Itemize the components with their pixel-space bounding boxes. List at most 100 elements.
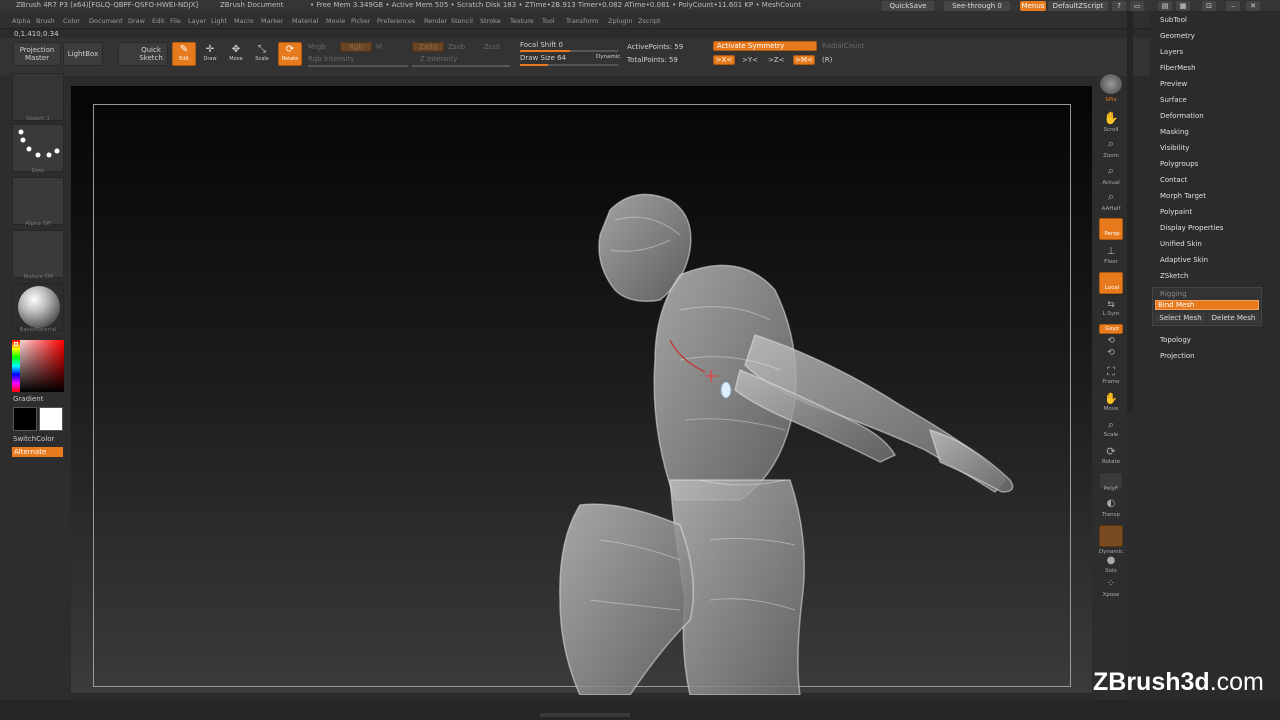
menu-stroke[interactable]: Stroke <box>480 17 501 25</box>
focal-shift-track[interactable] <box>520 50 618 52</box>
bottom-shelf-handle[interactable] <box>540 713 630 717</box>
projection-master-button[interactable]: Projection Master <box>13 42 61 66</box>
radial-count-slider[interactable]: RadialCount <box>822 42 864 50</box>
secondary-color-swatch[interactable] <box>39 407 63 431</box>
palette-item-visibility[interactable]: Visibility <box>1160 144 1189 152</box>
zcut-toggle[interactable]: Zcut <box>484 43 500 51</box>
menu-edit[interactable]: Edit <box>152 17 165 25</box>
character-model[interactable] <box>540 180 1020 695</box>
move-button[interactable]: ✥ Move <box>224 42 248 66</box>
scale-button[interactable]: ⤡ Scale <box>250 42 274 66</box>
menu-tool[interactable]: Tool <box>542 17 555 25</box>
rigging-header[interactable]: Rigging <box>1160 289 1187 299</box>
menu-render[interactable]: Render <box>424 17 447 25</box>
menu-movie[interactable]: Movie <box>326 17 345 25</box>
m-toggle[interactable]: M <box>376 43 382 51</box>
zsub-toggle[interactable]: Zsub <box>448 43 465 51</box>
delete-mesh-button[interactable]: Delete Mesh <box>1208 313 1259 323</box>
ghost-button[interactable] <box>1099 525 1123 547</box>
palette-item-layers[interactable]: Layers <box>1160 48 1183 56</box>
stroke-selector[interactable] <box>12 73 64 121</box>
rgb-intensity-slider[interactable]: Rgb Intensity <box>308 55 354 63</box>
menu-material[interactable]: Material <box>292 17 318 25</box>
palette-item-morph-target[interactable]: Morph Target <box>1160 192 1206 200</box>
material-selector[interactable] <box>12 283 64 331</box>
palette-item-surface[interactable]: Surface <box>1160 96 1187 104</box>
palette-item-fibermesh[interactable]: FiberMesh <box>1160 64 1196 72</box>
dynamic-toggle[interactable]: Dynamic <box>596 54 620 60</box>
zadd-toggle[interactable]: Zadd <box>412 42 444 52</box>
palette-item-topology[interactable]: Topology <box>1160 336 1191 344</box>
color-picker[interactable] <box>12 340 64 392</box>
menu-alpha[interactable]: Alpha <box>12 17 30 25</box>
quicksave-button[interactable]: QuickSave <box>882 1 934 11</box>
menu-marker[interactable]: Marker <box>261 17 283 25</box>
mrgb-toggle[interactable]: Mrgb <box>308 43 326 51</box>
rotate-axis-icon-2[interactable]: ⟲ <box>1099 348 1123 366</box>
palette-item-contact[interactable]: Contact <box>1160 176 1187 184</box>
palette-item-polypaint[interactable]: Polypaint <box>1160 208 1192 216</box>
texture-selector[interactable] <box>12 230 64 278</box>
palette-item-deformation[interactable]: Deformation <box>1160 112 1204 120</box>
close-icon[interactable]: ✕ <box>1246 1 1260 11</box>
palette-item-display-properties[interactable]: Display Properties <box>1160 224 1223 232</box>
menu-file[interactable]: File <box>170 17 181 25</box>
edit-button[interactable]: ✎ Edit <box>172 42 196 66</box>
hue-strip[interactable] <box>12 340 20 392</box>
palette-icon[interactable]: ▤ <box>1158 1 1172 11</box>
palette-item-subtool[interactable]: SubTool <box>1160 16 1187 24</box>
menu-light[interactable]: Light <box>211 17 227 25</box>
menu-macro[interactable]: Macro <box>234 17 254 25</box>
minimize-icon[interactable]: – <box>1226 1 1240 11</box>
palette-item-adaptive-skin[interactable]: Adaptive Skin <box>1160 256 1208 264</box>
menu-stencil[interactable]: Stencil <box>451 17 473 25</box>
menu-color[interactable]: Color <box>63 17 80 25</box>
local-button[interactable]: Local <box>1099 272 1123 294</box>
rotate-button[interactable]: ⟳ Rotate <box>278 42 302 66</box>
draw-size-track[interactable] <box>520 64 618 66</box>
lock-icon[interactable]: ⊡ <box>1202 1 1216 11</box>
palette-item-preview[interactable]: Preview <box>1160 80 1187 88</box>
palette-scrollbar[interactable] <box>1127 11 1133 411</box>
sym-y-toggle[interactable]: >Y< <box>742 56 758 64</box>
default-zscript-button[interactable]: DefaultZScript <box>1048 1 1108 11</box>
see-through-slider[interactable]: See-through 0 <box>944 1 1010 11</box>
menu-layer[interactable]: Layer <box>188 17 206 25</box>
menu-zplugin[interactable]: Zplugin <box>608 17 633 25</box>
menu-picker[interactable]: Picker <box>351 17 370 25</box>
alternate-toggle[interactable]: Alternate <box>12 447 63 457</box>
palette-icon-2[interactable]: ▦ <box>1176 1 1190 11</box>
z-intensity-slider[interactable]: Z Intensity <box>420 55 458 63</box>
brush-selector[interactable] <box>12 124 64 172</box>
menu-transform[interactable]: Transform <box>566 17 598 25</box>
draw-button[interactable]: ✛ Draw <box>198 42 222 66</box>
menu-brush[interactable]: Brush <box>36 17 55 25</box>
alpha-selector[interactable] <box>12 177 64 225</box>
menus-toggle[interactable]: Menus <box>1020 1 1046 11</box>
gxyz-button[interactable]: Gxyz <box>1099 324 1123 334</box>
palette-item-zsketch[interactable]: ZSketch <box>1160 272 1188 280</box>
z-intensity-track[interactable] <box>412 65 510 67</box>
sym-r-toggle[interactable]: (R) <box>822 56 832 64</box>
draw-size-slider[interactable]: Draw Size 64 <box>520 54 566 62</box>
activate-symmetry-button[interactable]: Activate Symmetry <box>713 41 817 51</box>
menu-document[interactable]: Document <box>89 17 123 25</box>
sym-x-toggle[interactable]: >X< <box>713 55 735 65</box>
palette-item-masking[interactable]: Masking <box>1160 128 1189 136</box>
main-color-swatch[interactable] <box>13 407 37 431</box>
switchcolor-button[interactable]: SwitchColor <box>13 434 54 444</box>
sym-z-toggle[interactable]: >Z< <box>768 56 785 64</box>
menu-zscript[interactable]: Zscript <box>638 17 661 25</box>
lightbox-button[interactable]: LightBox <box>63 42 103 66</box>
help-icon[interactable]: ? <box>1112 1 1126 11</box>
layout-icon[interactable]: ▭ <box>1130 1 1144 11</box>
menu-texture[interactable]: Texture <box>510 17 534 25</box>
focal-shift-slider[interactable]: Focal Shift 0 <box>520 41 563 49</box>
rgb-toggle[interactable]: Rgb <box>340 42 372 52</box>
gradient-toggle[interactable]: Gradient <box>13 394 43 404</box>
persp-button[interactable]: Persp <box>1099 218 1123 240</box>
menu-preferences[interactable]: Preferences <box>377 17 415 25</box>
palette-item-geometry[interactable]: Geometry <box>1160 32 1195 40</box>
rgb-intensity-track[interactable] <box>308 65 408 67</box>
bind-mesh-button[interactable]: Bind Mesh <box>1155 300 1259 310</box>
